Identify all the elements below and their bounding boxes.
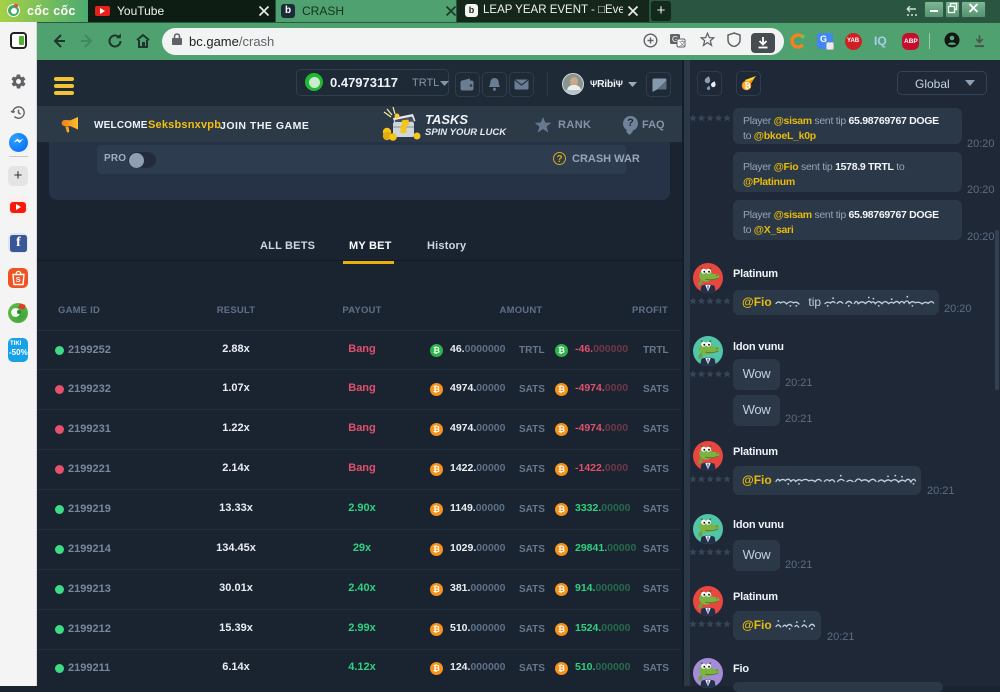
svg-text:₿: ₿ xyxy=(744,81,751,90)
svg-text:S: S xyxy=(16,275,21,284)
svg-text:文: 文 xyxy=(679,39,686,48)
